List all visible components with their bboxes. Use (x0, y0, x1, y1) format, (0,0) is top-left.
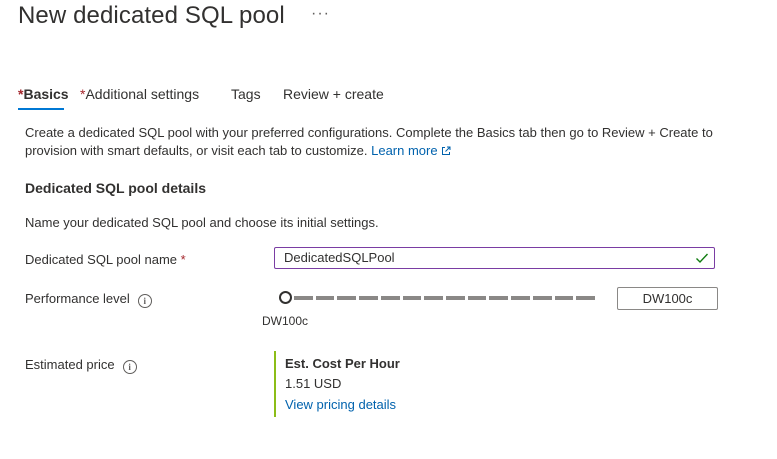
intro-description: Create a dedicated SQL pool with your pr… (25, 124, 735, 160)
estimated-price-label-text: Estimated price (25, 357, 115, 372)
tab-basics[interactable]: *Basics (18, 86, 69, 102)
learn-more-link[interactable]: Learn more (371, 143, 451, 158)
performance-level-label: Performance level i (25, 291, 152, 308)
pool-name-input[interactable] (284, 250, 684, 265)
external-link-icon (441, 146, 451, 155)
slider-track-segment (337, 296, 357, 300)
slider-track-segment (446, 296, 465, 300)
required-marker: * (180, 252, 186, 267)
pool-name-label-text: Dedicated SQL pool name (25, 252, 178, 267)
slider-track-segment (489, 296, 509, 300)
performance-level-label-text: Performance level (25, 291, 130, 306)
slider-track-segment (380, 296, 400, 300)
tab-label: Additional settings (85, 86, 200, 102)
slider-track-segment (554, 296, 574, 300)
page-title: New dedicated SQL pool (18, 2, 285, 29)
slider-track-segment (424, 296, 443, 300)
info-icon[interactable]: i (122, 360, 137, 374)
price-value: 1.51 USD (285, 376, 342, 391)
more-icon[interactable]: ··· (311, 5, 330, 23)
tab-label: Review + create (283, 86, 384, 102)
learn-more-label: Learn more (371, 143, 438, 158)
price-heading: Est. Cost Per Hour (285, 356, 400, 371)
view-pricing-link[interactable]: View pricing details (285, 397, 396, 412)
slider-track-segment (294, 296, 313, 300)
section-title: Dedicated SQL pool details (25, 180, 207, 196)
tab-tags[interactable]: Tags (231, 86, 261, 102)
slider-track-segment (467, 296, 487, 300)
tab-label: Basics (23, 86, 69, 102)
info-icon[interactable]: i (137, 294, 152, 308)
pool-name-label: Dedicated SQL pool name * (25, 252, 186, 267)
check-icon (696, 253, 709, 264)
slider-track-segment (576, 296, 595, 300)
tab-additional-settings[interactable]: *Additional settings (80, 86, 199, 102)
tab-label: Tags (231, 86, 261, 102)
slider-thumb[interactable] (279, 291, 292, 304)
slider-track-segment (532, 296, 552, 300)
performance-slider[interactable] (277, 289, 597, 309)
slider-track-segment (359, 296, 378, 300)
performance-level-input[interactable]: DW100c (617, 287, 718, 310)
slider-track-segment (315, 296, 335, 300)
active-tab-indicator (18, 108, 64, 110)
estimated-price-label: Estimated price i (25, 357, 137, 374)
slider-value-label: DW100c (262, 314, 309, 328)
slider-track-segment (402, 296, 422, 300)
slider-track-segment (511, 296, 530, 300)
section-subtitle: Name your dedicated SQL pool and choose … (25, 215, 379, 230)
price-accent-bar (274, 351, 276, 417)
intro-text: Create a dedicated SQL pool with your pr… (25, 125, 713, 158)
pool-name-field[interactable] (274, 247, 715, 269)
tab-review-create[interactable]: Review + create (283, 86, 384, 102)
